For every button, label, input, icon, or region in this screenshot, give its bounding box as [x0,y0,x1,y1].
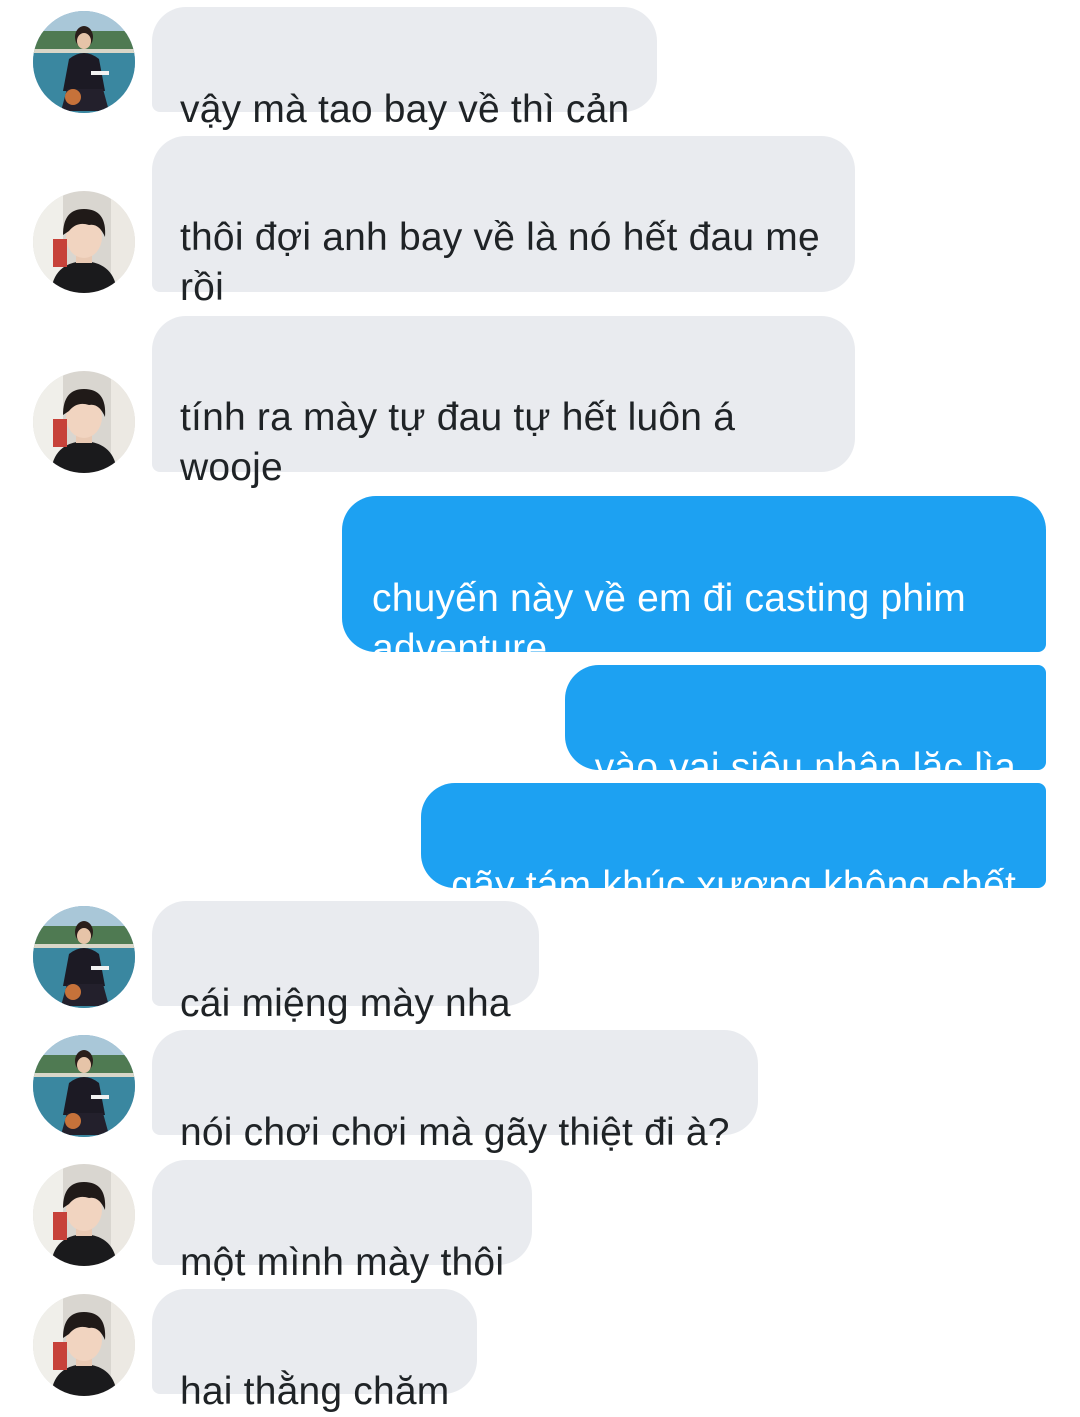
message-bubble-incoming[interactable]: một mình mày thôi [152,1160,533,1284]
sender-avatar[interactable] [33,1164,135,1266]
sender-avatar[interactable] [33,11,135,113]
message-bubble-outgoing[interactable]: chuyến này về em đi casting phim adventu… [342,496,1046,670]
message-text: hai thằng chăm [180,1370,450,1413]
message-bubble-incoming[interactable]: hai thằng chăm [152,1289,478,1413]
message-bubble-incoming[interactable]: tính ra mày tự đau tự hết luôn á wooje [152,316,855,489]
message-text: một mình mày thôi [180,1241,505,1284]
message-bubble-outgoing[interactable]: vào vai siêu nhân lặc lìa [564,665,1046,789]
message-bubble-outgoing[interactable]: gãy tám khúc xương không chết [421,783,1046,907]
message-text: tính ra mày tự đau tự hết luôn á wooje [180,396,736,489]
avatar-portrait-photo-icon [33,191,135,293]
message-bubble-incoming[interactable]: vậy mà tao bay về thì cản [152,7,658,131]
message-text: cái miệng mày nha [180,982,511,1025]
avatar-court-photo-icon [33,11,135,113]
message-bubble-incoming[interactable]: cái miệng mày nha [152,901,539,1025]
message-text: chuyến này về em đi casting phim adventu… [372,577,966,670]
message-text: gãy tám khúc xương không chết [451,864,1016,907]
message-bubble-incoming[interactable]: thôi đợi anh bay về là nó hết đau mẹ rồi [152,136,855,309]
sender-avatar[interactable] [33,1035,135,1137]
message-bubble-incoming[interactable]: nói chơi chơi mà gãy thiệt đi à? [152,1030,758,1154]
sender-avatar[interactable] [33,371,135,473]
sender-avatar[interactable] [33,191,135,293]
message-text: thôi đợi anh bay về là nó hết đau mẹ rồi [180,216,820,309]
message-text: nói chơi chơi mà gãy thiệt đi à? [180,1111,730,1154]
message-text: vậy mà tao bay về thì cản [180,88,630,131]
sender-avatar[interactable] [33,906,135,1008]
avatar-portrait-photo-icon [33,1294,135,1396]
avatar-court-photo-icon [33,1035,135,1137]
avatar-portrait-photo-icon [33,1164,135,1266]
avatar-portrait-photo-icon [33,371,135,473]
sender-avatar[interactable] [33,1294,135,1396]
avatar-court-photo-icon [33,906,135,1008]
